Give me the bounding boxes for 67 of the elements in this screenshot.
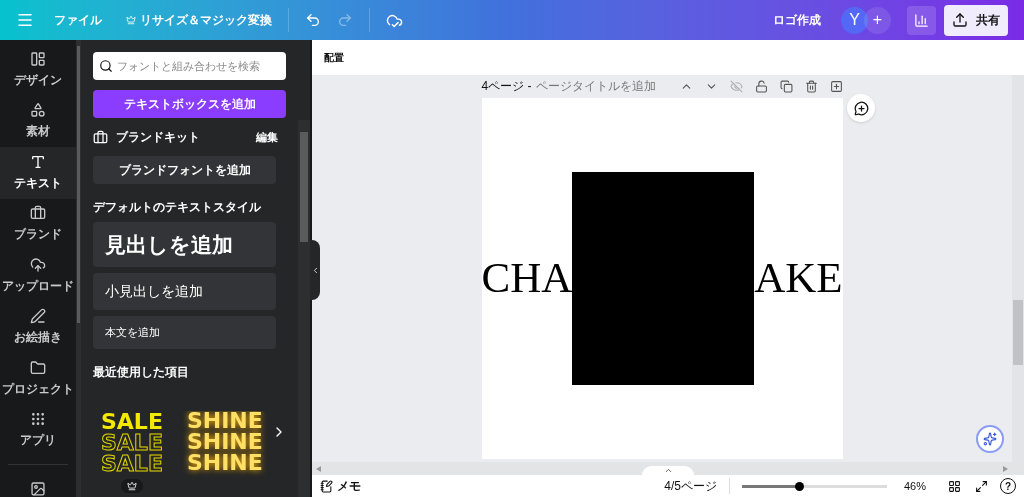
fullscreen-icon[interactable]: [975, 479, 988, 493]
search-icon: [99, 59, 113, 73]
sidebar-item[interactable]: プロジェクト: [0, 353, 76, 405]
trash-icon[interactable]: [804, 79, 818, 93]
folder-icon: [30, 359, 46, 376]
text-style-button[interactable]: 本文を追加: [93, 316, 276, 349]
brand-kit-label: ブランドキット: [116, 129, 200, 146]
analytics-button[interactable]: [907, 5, 936, 35]
menu-icon[interactable]: [16, 11, 34, 29]
page-title-field[interactable]: ページタイトルを追加: [535, 77, 656, 95]
sidebar-item[interactable]: アップロード: [0, 250, 76, 302]
search-field[interactable]: フォントと組み合わせを検索: [93, 52, 286, 80]
sidebar-item[interactable]: デザイン: [0, 44, 76, 96]
briefcase-icon: [30, 205, 46, 222]
section-heading: デフォルトのテキストスタイル: [93, 199, 262, 216]
grid-dots-icon: [30, 411, 46, 428]
design-title[interactable]: ロゴ作成: [773, 11, 821, 29]
add-member-button[interactable]: +: [864, 6, 891, 34]
search-input[interactable]: フォントと組み合わせを検索: [117, 57, 284, 75]
bar-chart-icon: [914, 12, 929, 28]
text-style-button[interactable]: 小見出しを追加: [93, 273, 276, 310]
sidebar-item[interactable]: 素材: [0, 95, 76, 148]
expand-notes-handle[interactable]: [642, 466, 694, 475]
image-icon[interactable]: [30, 481, 46, 497]
notes-button[interactable]: メモ: [320, 477, 361, 495]
scrollbar-thumb[interactable]: [1013, 300, 1023, 365]
upload-icon: [952, 12, 968, 28]
comment-plus-icon: [853, 100, 869, 116]
page-text: CHA: [481, 253, 573, 304]
scrollbar-thumb[interactable]: [77, 46, 80, 323]
zoom-reading: 46%: [904, 478, 928, 494]
sidebar-item[interactable]: テキスト: [0, 147, 76, 199]
text-style-button[interactable]: 見出しを追加: [93, 222, 276, 267]
add-brand-font-button[interactable]: ブランドフォントを追加: [93, 156, 276, 184]
notes-icon: [320, 479, 333, 493]
crown-icon: [126, 15, 136, 25]
page-number: 4ページ -: [481, 78, 532, 95]
lock-icon[interactable]: [754, 79, 768, 93]
sparkles-icon: [983, 432, 997, 446]
zoom-slider[interactable]: [742, 484, 887, 488]
glow-text-template[interactable]: SHINE SHINE SHINE: [186, 411, 263, 474]
scroll-left-icon[interactable]: [316, 465, 321, 472]
scroll-right-icon[interactable]: [1003, 465, 1008, 472]
stacked-text-template[interactable]: SALE SALE SALE: [101, 412, 163, 475]
page-text: AKE: [754, 253, 843, 304]
text-icon: [30, 153, 46, 170]
scrollbar-thumb[interactable]: [300, 132, 308, 242]
arrange-button[interactable]: 配置: [324, 50, 344, 65]
pen-icon: [30, 308, 46, 325]
grid-view-icon[interactable]: [948, 479, 961, 493]
sidebar-item[interactable]: お絵描き: [0, 301, 76, 354]
shapes-icon: [30, 102, 46, 119]
layout-icon: [30, 50, 46, 67]
sidebar-item[interactable]: ブランド: [0, 198, 76, 251]
section-heading: 最近使用した項目: [93, 364, 190, 381]
duplicate-icon[interactable]: [779, 79, 793, 93]
avatar[interactable]: Y: [841, 6, 868, 34]
page-count[interactable]: 4/5ページ: [664, 477, 717, 495]
comment-button[interactable]: [847, 94, 875, 122]
add-textbox-button[interactable]: テキストボックスを追加: [93, 90, 286, 118]
undo-icon[interactable]: [305, 12, 321, 28]
sidebar-item[interactable]: アプリ: [0, 404, 76, 457]
share-button[interactable]: 共有: [944, 4, 1008, 36]
collapse-panel-handle[interactable]: [310, 240, 320, 300]
cloud-upload-icon: [30, 256, 46, 273]
magic-button[interactable]: [976, 425, 1004, 453]
edit-link[interactable]: 編集: [256, 128, 278, 146]
